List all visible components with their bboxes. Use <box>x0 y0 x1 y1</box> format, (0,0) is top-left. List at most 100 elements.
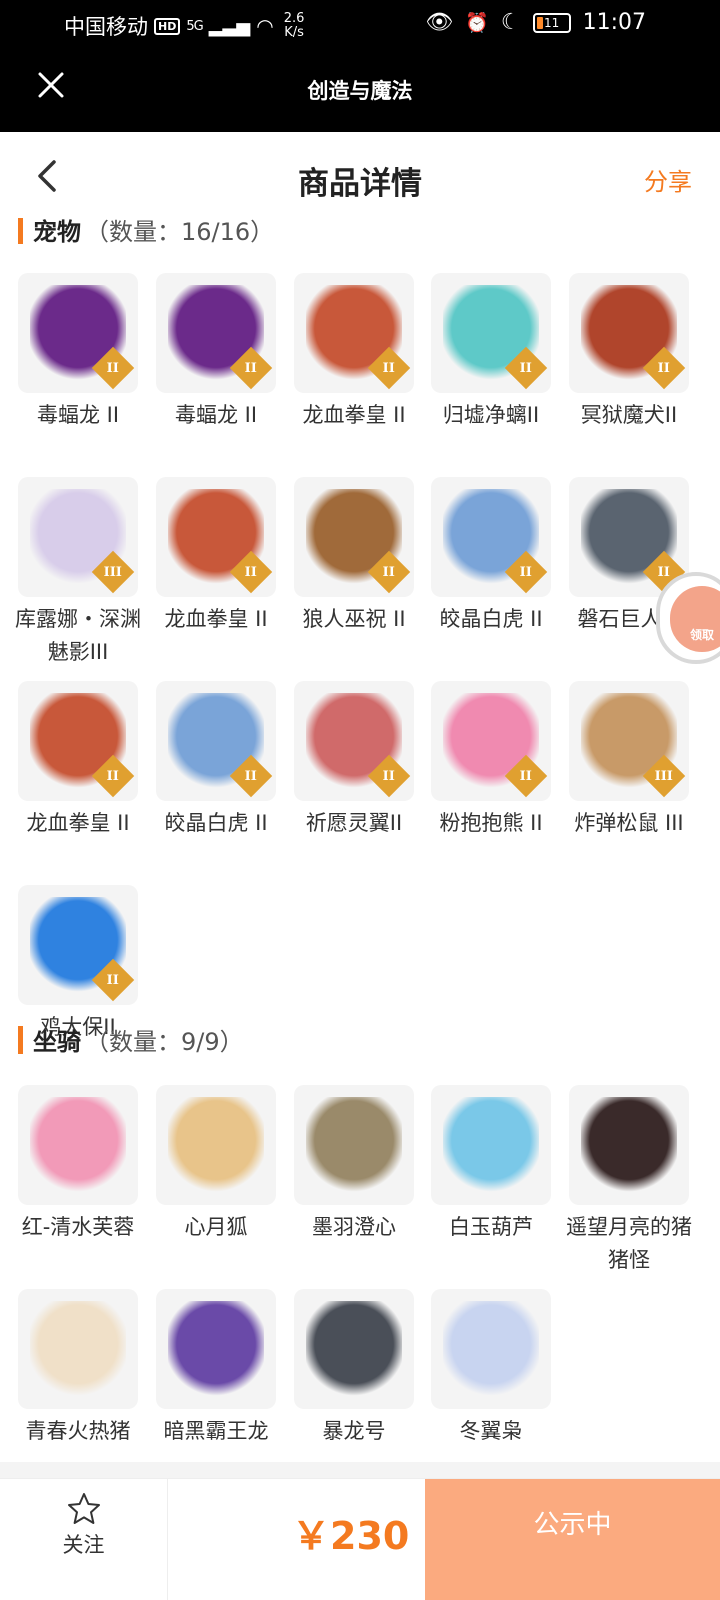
tier-badge-label: II <box>106 972 120 988</box>
pet-item[interactable]: II 龙血拳皇 II <box>294 273 422 432</box>
item-thumbnail: II <box>431 681 551 801</box>
item-label: 白玉葫芦 <box>449 1215 533 1239</box>
battery-icon: 11 <box>532 12 571 33</box>
item-label: 炸弹松鼠 III <box>574 811 684 835</box>
item-thumbnail: II <box>294 273 414 393</box>
tier-badge-label: II <box>244 360 258 376</box>
item-thumbnail: II <box>156 681 276 801</box>
tier-badge-label: III <box>103 564 123 580</box>
tier-badge-label: II <box>519 360 533 376</box>
item-label: 心月狐 <box>184 1215 248 1239</box>
section-count: （数量：16/16） <box>85 218 275 246</box>
item-label: 库露娜・深渊魅影III <box>15 607 141 664</box>
creature-icon <box>443 1301 539 1397</box>
item-label: 毒蝠龙 II <box>174 403 258 427</box>
item-label: 粉抱抱熊 II <box>439 811 543 835</box>
status-left: 中国移动 HD 5G ▂▃▅ ◠ 2.6 K/s <box>64 11 304 41</box>
item-thumbnail: II <box>18 681 138 801</box>
item-thumbnail: II <box>431 273 551 393</box>
mount-item[interactable]: 红-清水芙蓉 <box>18 1085 146 1244</box>
bottom-bar: 关注 ￥230 公示中 <box>0 1478 720 1600</box>
status-button[interactable]: 公示中 <box>425 1479 720 1600</box>
price: ￥230 <box>292 1514 410 1558</box>
item-label: 龙血拳皇 II <box>302 403 406 427</box>
item-thumbnail: II <box>431 477 551 597</box>
tier-badge-label: III <box>654 768 674 784</box>
mount-item[interactable]: 白玉葫芦 <box>431 1085 559 1244</box>
app-header: 创造与魔法 <box>0 50 720 132</box>
tier-badge-label: II <box>382 360 396 376</box>
mount-item[interactable]: 暴龙号 <box>294 1289 422 1448</box>
item-label: 祈愿灵翼II <box>305 811 403 835</box>
creature-icon <box>443 1097 539 1193</box>
tier-badge-label: II <box>519 564 533 580</box>
item-thumbnail: III <box>18 477 138 597</box>
item-thumbnail <box>18 1289 138 1409</box>
mounts-section-title: 坐骑 （数量：9/9） <box>18 1022 244 1057</box>
pet-item[interactable]: II 祈愿灵翼II <box>294 681 422 840</box>
creature-icon <box>306 1301 402 1397</box>
pet-item[interactable]: II 毒蝠龙 II <box>18 273 146 432</box>
page-header: 商品详情 分享 <box>0 132 720 218</box>
mount-item[interactable]: 冬翼枭 <box>431 1289 559 1448</box>
clock: 11:07 <box>582 10 646 35</box>
item-thumbnail <box>156 1085 276 1205</box>
pet-item[interactable]: II 冥狱魔犬II <box>569 273 697 432</box>
tier-badge-label: II <box>519 768 533 784</box>
pets-section-title: 宠物 （数量：16/16） <box>18 218 274 247</box>
pet-item[interactable]: II 粉抱抱熊 II <box>431 681 559 840</box>
share-button[interactable]: 分享 <box>644 162 692 197</box>
item-thumbnail <box>294 1289 414 1409</box>
mount-item[interactable]: 暗黑霸王龙 <box>156 1289 284 1448</box>
item-label: 冥狱魔犬II <box>580 403 678 427</box>
pet-item[interactable]: II 龙血拳皇 II <box>156 477 284 636</box>
item-thumbnail: II <box>294 477 414 597</box>
mount-item[interactable]: 青春火热猪 <box>18 1289 146 1448</box>
item-thumbnail: II <box>569 273 689 393</box>
floating-reward-button[interactable]: 领取 <box>656 572 720 664</box>
item-label: 墨羽澄心 <box>312 1215 396 1239</box>
follow-label: 关注 <box>62 1533 105 1557</box>
pet-item[interactable]: II 狼人巫祝 II <box>294 477 422 636</box>
mount-item[interactable]: 墨羽澄心 <box>294 1085 422 1244</box>
section-count: （数量：9/9） <box>85 1028 244 1056</box>
reward-icon: 领取 <box>670 586 720 652</box>
pet-item[interactable]: III 炸弹松鼠 III <box>569 681 697 840</box>
tier-badge-label: II <box>657 360 671 376</box>
item-label: 青春火热猪 <box>25 1419 131 1443</box>
pet-item[interactable]: II 皎晶白虎 II <box>156 681 284 840</box>
item-label: 龙血拳皇 II <box>26 811 130 835</box>
signal-icon: 5G <box>186 18 203 34</box>
section-name: 坐骑 <box>33 1028 81 1056</box>
follow-button[interactable]: 关注 <box>0 1479 168 1600</box>
divider <box>0 1462 720 1478</box>
item-label: 归墟净螭II <box>442 403 540 427</box>
network-speed-unit: K/s <box>284 25 304 40</box>
star-icon <box>66 1491 102 1527</box>
pet-item[interactable]: II 皎晶白虎 II <box>431 477 559 636</box>
pet-item[interactable]: II 归墟净螭II <box>431 273 559 432</box>
item-thumbnail: II <box>294 681 414 801</box>
item-label: 暗黑霸王龙 <box>163 1419 269 1443</box>
pet-item[interactable]: II 鸡大保II <box>18 885 146 1044</box>
section-marker <box>18 218 23 244</box>
creature-icon <box>581 1097 677 1193</box>
eye-icon: 👁 <box>425 10 454 35</box>
item-label: 冬翼枭 <box>459 1419 523 1443</box>
item-thumbnail <box>569 1085 689 1205</box>
mount-item[interactable]: 心月狐 <box>156 1085 284 1244</box>
pet-item[interactable]: II 龙血拳皇 II <box>18 681 146 840</box>
creature-icon <box>168 1097 264 1193</box>
section-marker <box>18 1025 23 1054</box>
item-label: 毒蝠龙 II <box>36 403 120 427</box>
mount-item[interactable]: 遥望月亮的猪猪怪 <box>566 1085 697 1277</box>
pet-item[interactable]: III 库露娜・深渊魅影III <box>15 477 146 669</box>
item-label: 皎晶白虎 II <box>439 607 543 631</box>
tier-badge-label: II <box>244 768 258 784</box>
hd-icon: HD <box>154 17 181 35</box>
item-label: 红-清水芙蓉 <box>21 1215 135 1239</box>
product-content[interactable]: 宠物 （数量：16/16） II 毒蝠龙 II II 毒蝠龙 II II 龙血拳皇 II I… <box>0 218 720 1488</box>
carrier-name: 中国移动 <box>64 15 148 39</box>
creature-icon <box>30 1301 126 1397</box>
pet-item[interactable]: II 毒蝠龙 II <box>156 273 284 432</box>
